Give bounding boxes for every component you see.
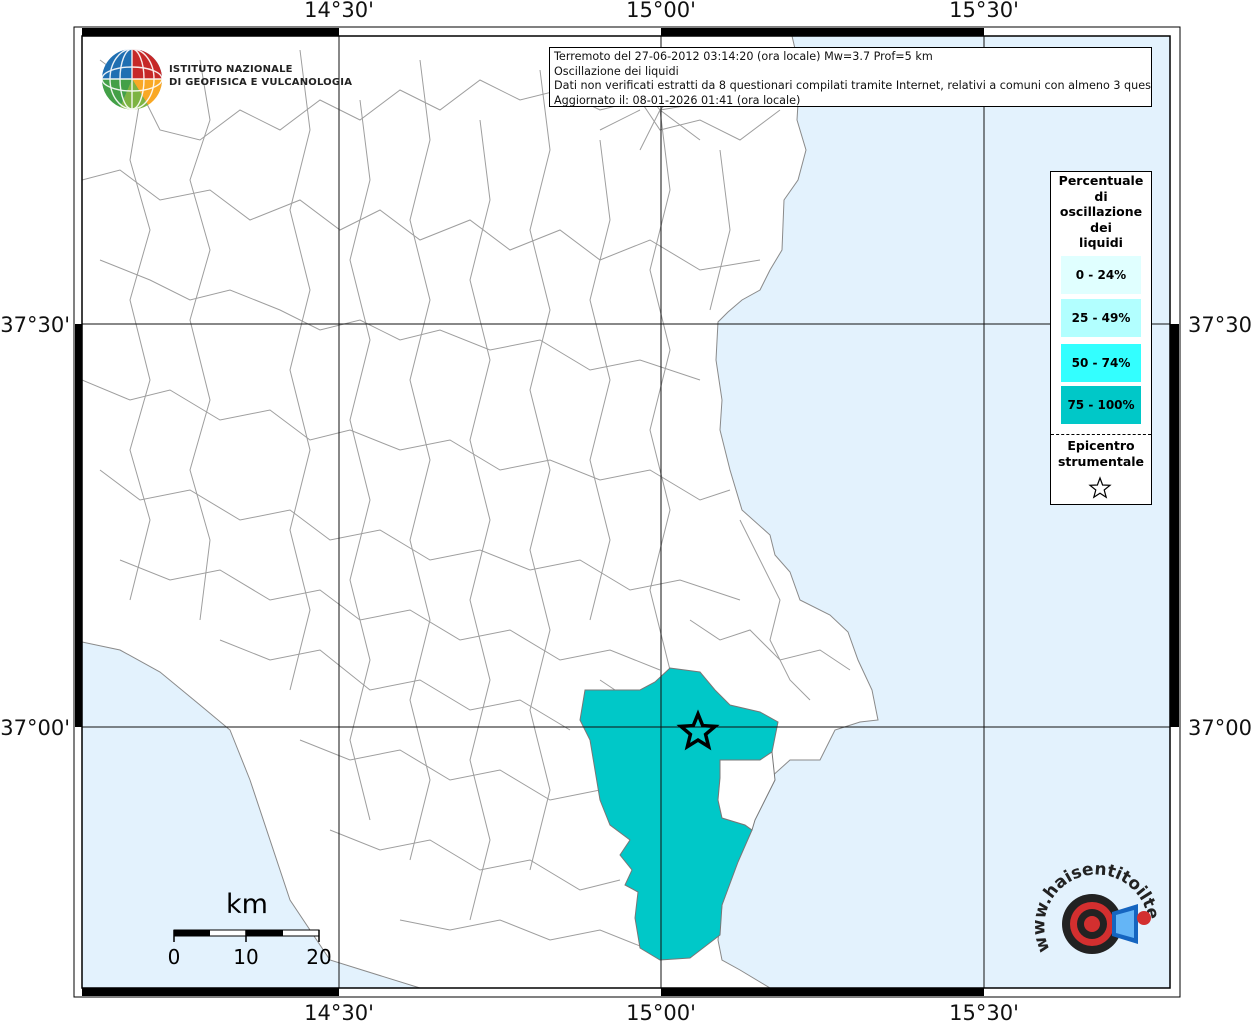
ingv-line: ISTITUTO NAZIONALE [169,64,293,75]
update-time: Aggiornato il: 08-01-2026 01:41 (ora loc… [554,93,801,107]
legend-title-line: di [1094,188,1108,204]
legend-item-25-49: 25 - 49% [1061,299,1141,337]
scale-tick-20: 20 [306,945,332,969]
legend: Percentuale di oscillazione dei liquidi … [1050,171,1152,505]
lon-label-top-1: 14°30' [304,0,374,22]
legend-item-50-74: 50 - 74% [1061,344,1141,382]
lon-label-bottom-2: 15°00' [626,1001,696,1024]
legend-title-line: oscillazione [1059,204,1143,219]
event-title: Terremoto del 27-06-2012 03:14:20 (ora l… [554,50,933,63]
legend-title: Percentuale di oscillazione dei liquidi [1051,173,1151,251]
lon-label-bottom-3: 15°30' [949,1001,1019,1024]
lat-label-left-1: 37°30' [0,313,70,337]
ingv-logo-text: ISTITUTO NAZIONALE DI GEOFISICA E VULCAN… [169,63,352,89]
map-type: Oscillazione dei liquidi [554,64,679,78]
legend-item-0-24: 0 - 24% [1061,256,1141,294]
data-note: Dati non verificati estratti da 8 questi… [554,79,1152,93]
legend-epicenter-line: strumentale [1057,454,1145,469]
scale-unit: km [226,889,268,920]
scale-tick-10: 10 [233,945,259,969]
legend-epicenter-label: Epicentro strumentale [1051,438,1151,470]
lon-label-bottom-1: 14°30' [304,1001,374,1024]
legend-title-line: liquidi [1079,235,1123,250]
lat-label-right-2: 37°00' [1188,716,1254,740]
legend-item-75-100: 75 - 100% [1061,386,1141,424]
legend-title-line: Percentuale [1058,173,1144,188]
lat-label-left-2: 37°00' [0,716,70,740]
lat-label-right-1: 37°30' [1188,313,1254,337]
legend-divider [1051,434,1151,435]
star-outline-icon [1088,476,1112,499]
target-icon: www.haisentitoilterremoto.it [1030,860,1160,955]
lon-label-top-3: 15°30' [949,0,1019,22]
legend-title-line: dei [1090,219,1112,235]
lon-label-top-2: 15°00' [626,0,696,22]
ingv-line: DI GEOFISICA E VULCANOLOGIA [169,77,353,88]
legend-epicenter-line: Epicentro [1067,438,1135,453]
scale-tick-0: 0 [167,945,181,969]
event-info-box: Terremoto del 27-06-2012 03:14:20 (ora l… [549,47,1152,107]
